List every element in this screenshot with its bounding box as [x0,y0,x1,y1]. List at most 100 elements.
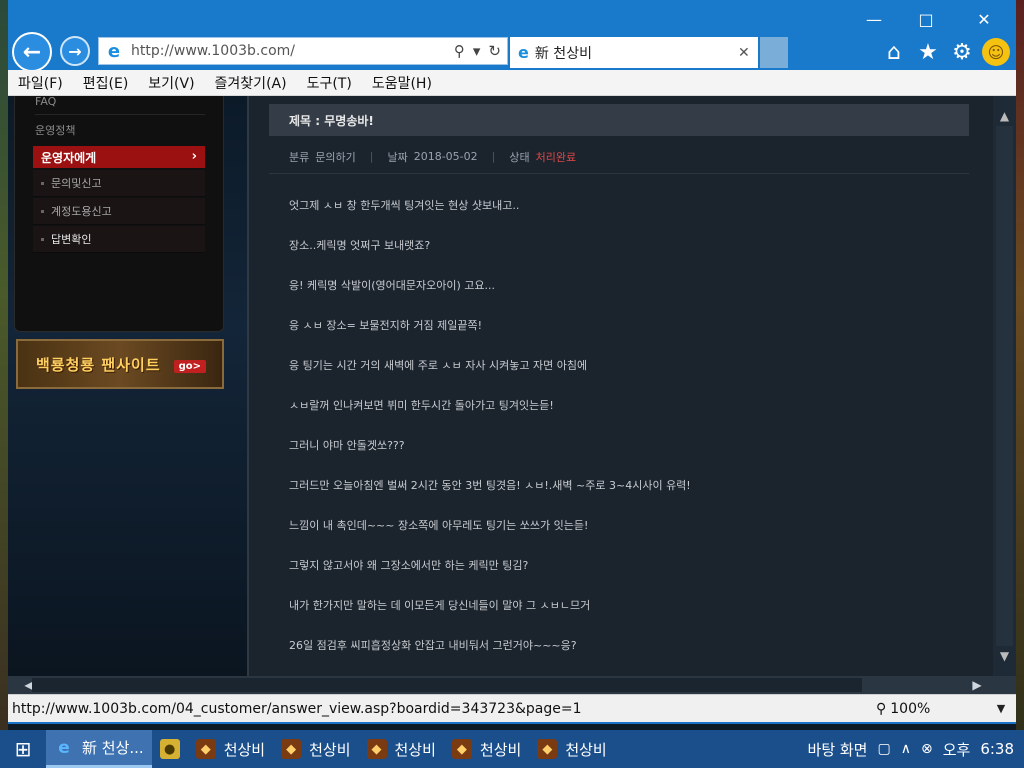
desktop-background-right [1016,0,1024,730]
ie-logo-icon: e [107,40,121,62]
ie-logo-icon: e [518,43,529,62]
scroll-up-icon[interactable]: ▲ [993,106,1016,126]
close-icon[interactable]: ✕ [964,6,1004,32]
system-tray: 바탕 화면 ▢ ∧ ⊗ 오후 6:38 [808,739,1024,760]
scroll-thumb[interactable] [32,678,862,692]
post-line: 응 팅기는 시간 거의 새벽에 주로 ㅅㅂ 자사 시켜놓고 자면 아침에 [289,359,588,372]
smiley-feedback-icon[interactable]: ☺ [982,38,1010,66]
taskbar-item-game[interactable]: ◆ 천상비 [188,730,273,768]
taskbar-item-game[interactable]: ◆ 천상비 [444,730,529,768]
minimize-icon[interactable]: — [854,6,894,32]
search-icon[interactable]: ⚲ [454,42,465,60]
chevron-down-icon[interactable]: ▼ [986,702,1016,715]
sidebar-sub-label: 문의및신고 [51,177,102,190]
menu-file[interactable]: 파일(F) [18,73,63,93]
sidebar-item-to-operator[interactable]: 운영자에게 › [33,146,205,168]
chevron-up-icon[interactable]: ∧ [901,741,911,757]
sidebar-item-faq[interactable]: FAQ [35,96,205,108]
fansite-banner[interactable]: 백룡청룡 팬사이트 go> [16,339,224,389]
back-button[interactable]: ← [12,32,52,72]
taskbar-item-label: 천상비 [309,740,351,759]
taskbar-item-label: 新 천상... [82,739,144,757]
desktop-toolbar-label[interactable]: 바탕 화면 [808,739,868,760]
taskbar-item-label: 천상비 [479,740,522,759]
post-line: 내가 한가지만 말하는 데 이모든게 당신네들이 말야 그 ㅅㅂㄴ므거 [289,599,591,612]
sidebar-sub-label: 계정도용신고 [51,205,112,218]
taskbar: ⊞ e 新 천상... ● ◆ 천상비 ◆ 천상비 ◆ 천상비 ◆ 천상비 ◆ … [0,730,1024,768]
status-badge: 처리완료 [535,150,577,164]
taskbar-item-game[interactable]: ◆ 천상비 [273,730,358,768]
horizontal-scrollbar[interactable]: ◀ ▶ [8,676,1016,694]
post-meta: 분류 문의하기 | 날짜 2018-05-02 | 상태 처리완료 [269,140,969,174]
clock-ampm: 오후 [942,740,971,759]
zoom-level: 100% [890,700,931,717]
sidebar-item-policy[interactable]: 운영정책 [35,122,205,138]
menu-tools[interactable]: 도구(T) [307,73,352,93]
home-icon[interactable]: ⌂ [880,38,908,66]
chevron-down-icon[interactable]: ▾ [473,42,481,60]
post-subject-bar: 제목 : 무명송바! [269,104,969,136]
scroll-thumb[interactable] [996,126,1013,646]
arrow-right-icon: → [68,41,82,61]
scroll-right-icon[interactable]: ▶ [966,676,988,694]
taskbar-item-app[interactable]: ● [152,730,188,768]
refresh-icon[interactable]: ↻ [488,42,501,60]
game-icon: ◆ [195,739,216,759]
taskbar-item-game[interactable]: ◆ 천상비 [529,730,614,768]
scroll-down-icon[interactable]: ▼ [993,646,1016,666]
sidebar-divider [35,114,205,115]
taskbar-item-label: 천상비 [394,740,436,759]
bullet-icon [41,210,44,213]
title-bar: — □ ✕ ← → e http://www.1003b.com/ ⚲ ▾ ↻ … [8,0,1016,72]
taskbar-item-label: 천상비 [223,740,266,759]
menu-edit[interactable]: 편집(E) [83,73,129,93]
game-icon: ◆ [537,739,558,759]
clock-time[interactable]: 6:38 [980,740,1014,758]
category-label: 분류 [289,150,310,164]
game-icon: ◆ [281,739,302,759]
windows-start-icon[interactable]: ⊞ [0,730,46,768]
sidebar-sub-answer-check[interactable]: 답변확인 [33,226,205,253]
tab-active[interactable]: e 新 천상비 ✕ [510,37,758,68]
tab-close-icon[interactable]: ✕ [738,45,758,61]
banner-text: 백룡청룡 팬사이트 [36,355,161,374]
taskbar-item-game[interactable]: ◆ 천상비 [359,730,444,768]
sidebar-sub-label: 답변확인 [51,233,92,246]
forward-button[interactable]: → [60,36,90,66]
zoom-control[interactable]: ⚲ 100% [876,701,986,717]
menu-view[interactable]: 보기(V) [148,73,194,93]
vertical-scrollbar[interactable]: ▲ ▼ [993,96,1016,676]
menu-help[interactable]: 도움말(H) [372,73,432,93]
gear-icon[interactable]: ⚙ [948,38,976,66]
address-bar[interactable]: e http://www.1003b.com/ ⚲ ▾ ↻ [98,37,508,65]
banner-go-button[interactable]: go> [173,360,206,373]
chevron-right-icon: › [191,149,197,164]
post-line: 그렇지 않고서야 왜 그장소에서만 하는 케릭만 팅김? [289,559,529,572]
bullet-icon [41,182,44,185]
maximize-icon[interactable]: □ [906,6,946,32]
tab-title: 新 천상비 [534,45,592,62]
map-app-icon: ● [159,739,180,759]
new-tab-button[interactable] [760,37,788,68]
date-label: 날짜 [387,150,408,164]
browser-window: — □ ✕ ← → e http://www.1003b.com/ ⚲ ▾ ↻ … [8,0,1016,724]
menu-bar: 파일(F) 편집(E) 보기(V) 즐겨찾기(A) 도구(T) 도움말(H) [8,70,1016,96]
sidebar-sub-report[interactable]: 문의및신고 [33,170,205,197]
post-line: 느낌이 내 촉인데~~~ 장소쪽에 아무레도 팅기는 쏘쓰가 잇는듣! [289,519,589,532]
taskbar-item-ie[interactable]: e 新 천상... [46,730,152,768]
post-line: 장소..케릭명 엇쩌구 보내랫죠? [289,239,431,252]
post-line: 26일 점검후 씨피흡정상화 안잡고 내비둬서 그런거야~~~응? [289,639,577,652]
meta-separator: | [369,150,374,163]
desktop-background-left [0,0,8,730]
star-icon[interactable]: ★ [914,38,942,66]
game-icon: ◆ [366,739,387,759]
address-url[interactable]: http://www.1003b.com/ [131,43,454,59]
mute-icon[interactable]: ⊗ [921,741,933,757]
sidebar-sub-account-theft[interactable]: 계정도용신고 [33,198,205,225]
zoom-icon: ⚲ [876,700,887,717]
taskbar-item-label: 천상비 [565,740,607,759]
game-icon: ◆ [451,739,472,759]
ie-logo-icon: e [58,737,70,758]
menu-favorites[interactable]: 즐겨찾기(A) [215,73,287,93]
folder-icon[interactable]: ▢ [877,741,890,757]
